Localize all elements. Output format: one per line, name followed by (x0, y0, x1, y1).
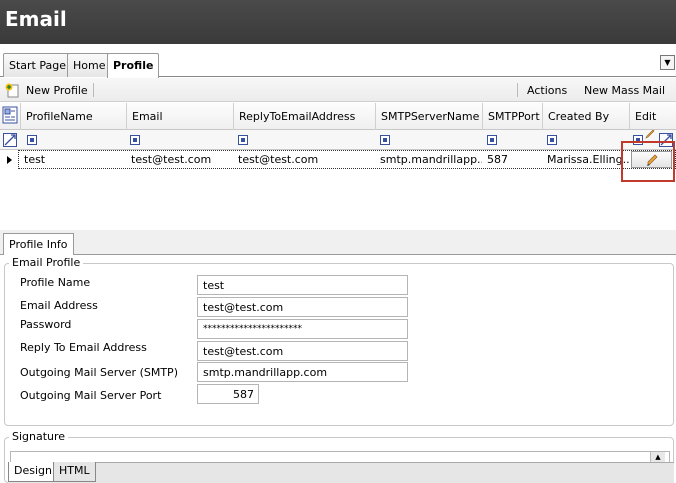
cell-created-by: Marissa.Elling... (547, 153, 629, 166)
edit-pencil-icon (645, 129, 655, 139)
cell-reply-to: test@test.com (238, 153, 319, 166)
password-field[interactable]: ********************** (197, 319, 408, 339)
column-header-smtp-server[interactable]: SMTPServerName (375, 103, 482, 130)
tab-profile-info[interactable]: Profile Info (3, 233, 74, 255)
dropdown-icon[interactable]: ▼ (660, 55, 675, 70)
lower-tab-strip (0, 230, 676, 255)
email-address-label: Email Address (20, 299, 98, 312)
filter-smtp-server[interactable] (380, 135, 390, 145)
filter-profile-name[interactable] (27, 135, 37, 145)
cell-email: test@test.com (131, 153, 212, 166)
filter-clear-icon[interactable] (3, 133, 17, 147)
tab-html[interactable]: HTML (53, 462, 96, 482)
cell-smtp-port: 587 (487, 153, 508, 166)
highlight-box (621, 141, 675, 182)
password-label: Password (20, 318, 72, 331)
scroll-up-icon[interactable]: ▲ (650, 452, 665, 462)
filter-reply-to[interactable] (238, 135, 248, 145)
tab-start-page[interactable]: Start Page (3, 53, 72, 77)
smtp-port-label: Outgoing Mail Server Port (20, 389, 162, 402)
signature-tab-strip (8, 462, 674, 483)
new-mass-mail-button[interactable]: New Mass Mail (584, 84, 665, 97)
column-header-email[interactable]: Email (126, 103, 233, 130)
filter-created-by[interactable] (547, 135, 557, 145)
actions-menu[interactable]: Actions (527, 84, 567, 97)
column-chooser-icon[interactable] (2, 106, 18, 124)
filter-smtp-port[interactable] (487, 135, 497, 145)
filter-row (0, 130, 676, 150)
profile-name-label: Profile Name (20, 276, 91, 289)
tab-profile[interactable]: Profile (107, 53, 160, 78)
toolbar-separator (93, 83, 94, 97)
reply-to-label: Reply To Email Address (20, 341, 147, 354)
column-header-edit[interactable]: Edit (629, 103, 676, 130)
email-profile-legend: Email Profile (9, 256, 84, 269)
title-bar: Email (0, 0, 676, 44)
profile-name-field[interactable]: test (197, 275, 408, 295)
email-address-field[interactable]: test@test.com (197, 297, 408, 317)
tab-design[interactable]: Design (8, 462, 58, 482)
tab-home[interactable]: Home (67, 53, 112, 77)
smtp-port-field[interactable]: 587 (197, 384, 259, 404)
toolbar (0, 78, 676, 102)
new-profile-button[interactable]: New Profile (26, 84, 88, 97)
new-profile-icon[interactable] (5, 83, 20, 98)
cell-profile-name: test (24, 153, 46, 166)
row-indicator-icon (6, 155, 14, 165)
smtp-server-field[interactable]: smtp.mandrillapp.com (197, 362, 408, 382)
column-header-profile-name[interactable]: ProfileName (20, 103, 126, 130)
window-title: Email (5, 7, 67, 31)
reply-to-field[interactable]: test@test.com (197, 341, 408, 361)
toolbar-separator (517, 83, 518, 97)
cell-smtp-server: smtp.mandrillapp.... (380, 153, 482, 166)
signature-legend: Signature (9, 430, 69, 443)
smtp-server-label: Outgoing Mail Server (SMTP) (20, 366, 178, 379)
column-header-created-by[interactable]: Created By (542, 103, 629, 130)
column-header-reply-to[interactable]: ReplyToEmailAddress (233, 103, 375, 130)
column-header-smtp-port[interactable]: SMTPPort (482, 103, 542, 130)
filter-email[interactable] (130, 135, 140, 145)
